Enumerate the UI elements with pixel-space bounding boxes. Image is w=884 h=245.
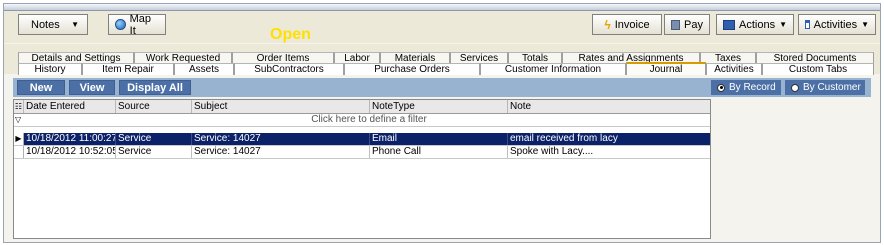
cell-subject: Service: 14027 [192,133,370,145]
work-order-panel: ^ ^ Notes ▼ Map It Open ϟ Invoice Pay Ac… [3,3,881,243]
invoice-button[interactable]: ϟ Invoice [592,14,662,35]
tab-assets[interactable]: Assets [174,63,234,75]
by-customer-radio[interactable]: By Customer [785,80,865,95]
row-selector [14,146,24,158]
cell-source: Service [116,146,192,158]
filter-prompt: Click here to define a filter [311,114,427,125]
view-button[interactable]: View [69,80,115,95]
column-header-date-entered[interactable]: Date Entered [24,100,116,113]
globe-icon [115,19,126,30]
invoice-label: Invoice [614,18,650,31]
tab-custom-tabs[interactable]: Custom Tabs [762,63,874,75]
collapse-left-icon[interactable]: ^ [10,4,18,9]
cell-date-entered: 10/18/2012 10:52:05 ... [26,146,116,158]
payment-icon [671,19,681,30]
radio-unselected-icon [791,83,799,92]
chevron-down-icon: ▼ [779,20,787,29]
journal-action-bar: New View Display All By Record By Custom… [13,78,871,97]
tab-journal[interactable]: Journal [626,62,706,75]
collapse-strip[interactable]: ^ ^ [4,4,880,11]
toolbar: Notes ▼ Map It Open ϟ Invoice Pay Action… [4,11,880,43]
table-row[interactable]: ▶ 10/18/2012 11:00:27 ... Service Servic… [14,133,710,146]
cell-subject: Service: 14027 [192,146,370,158]
column-header-source[interactable]: Source [116,100,192,113]
display-all-button[interactable]: Display All [119,80,191,95]
tab-customer-information[interactable]: Customer Information [480,63,626,75]
by-customer-label: By Customer [803,82,861,93]
cell-date-entered: 10/18/2012 11:00:27 ... [26,133,116,145]
tab-strip: Details and Settings Work Requested Orde… [4,44,880,75]
column-chooser-icon[interactable]: ☷ [14,100,24,113]
row-pointer-icon: ▶ [14,133,24,145]
notes-label: Notes [31,18,60,31]
journal-grid: ☷ Date Entered Source Subject NoteType N… [13,99,711,239]
calendar-icon [805,20,810,29]
column-header-subject[interactable]: Subject [192,100,370,113]
pay-label: Pay [684,18,703,31]
actions-icon [723,19,735,30]
column-header-note[interactable]: Note [508,100,710,113]
tab-history[interactable]: History [18,63,82,75]
radio-selected-icon [717,83,725,92]
notes-dropdown[interactable]: Notes ▼ [18,14,88,35]
new-button[interactable]: New [17,80,65,95]
tab-subcontractors[interactable]: SubContractors [234,63,344,75]
pay-button[interactable]: Pay [664,14,710,35]
grid-header: ☷ Date Entered Source Subject NoteType N… [14,100,710,114]
chevron-down-icon: ▼ [861,20,869,29]
cell-note: Spoke with Lacy.... [510,146,594,157]
map-it-label: Map It [129,12,152,37]
chevron-down-icon: ▼ [71,20,79,29]
cell-notetype: Phone Call [370,146,508,158]
tab-activities[interactable]: Activities [706,63,762,75]
by-record-radio[interactable]: By Record [711,80,781,95]
cell-source: Service [116,133,192,145]
actions-dropdown[interactable]: Actions ▼ [716,14,794,35]
tab-item-repair[interactable]: Item Repair [82,63,174,75]
status-label: Open [270,26,311,43]
by-record-label: By Record [729,82,776,93]
collapse-right-icon[interactable]: ^ [868,4,876,9]
filter-row[interactable]: ▽ Click here to define a filter [14,114,710,127]
column-header-notetype[interactable]: NoteType [370,100,508,113]
lightning-icon: ϟ [604,17,611,32]
table-row[interactable]: 10/18/2012 10:52:05 ... Service Service:… [14,146,710,159]
actions-label: Actions [739,18,776,31]
cell-note: email received from lacy [510,133,618,144]
filter-icon: ▽ [15,115,22,124]
activities-dropdown[interactable]: Activities ▼ [798,14,876,35]
map-it-button[interactable]: Map It [108,12,166,37]
cell-notetype: Email [370,133,508,145]
tab-purchase-orders[interactable]: Purchase Orders [344,63,480,75]
activities-label: Activities [813,18,858,31]
